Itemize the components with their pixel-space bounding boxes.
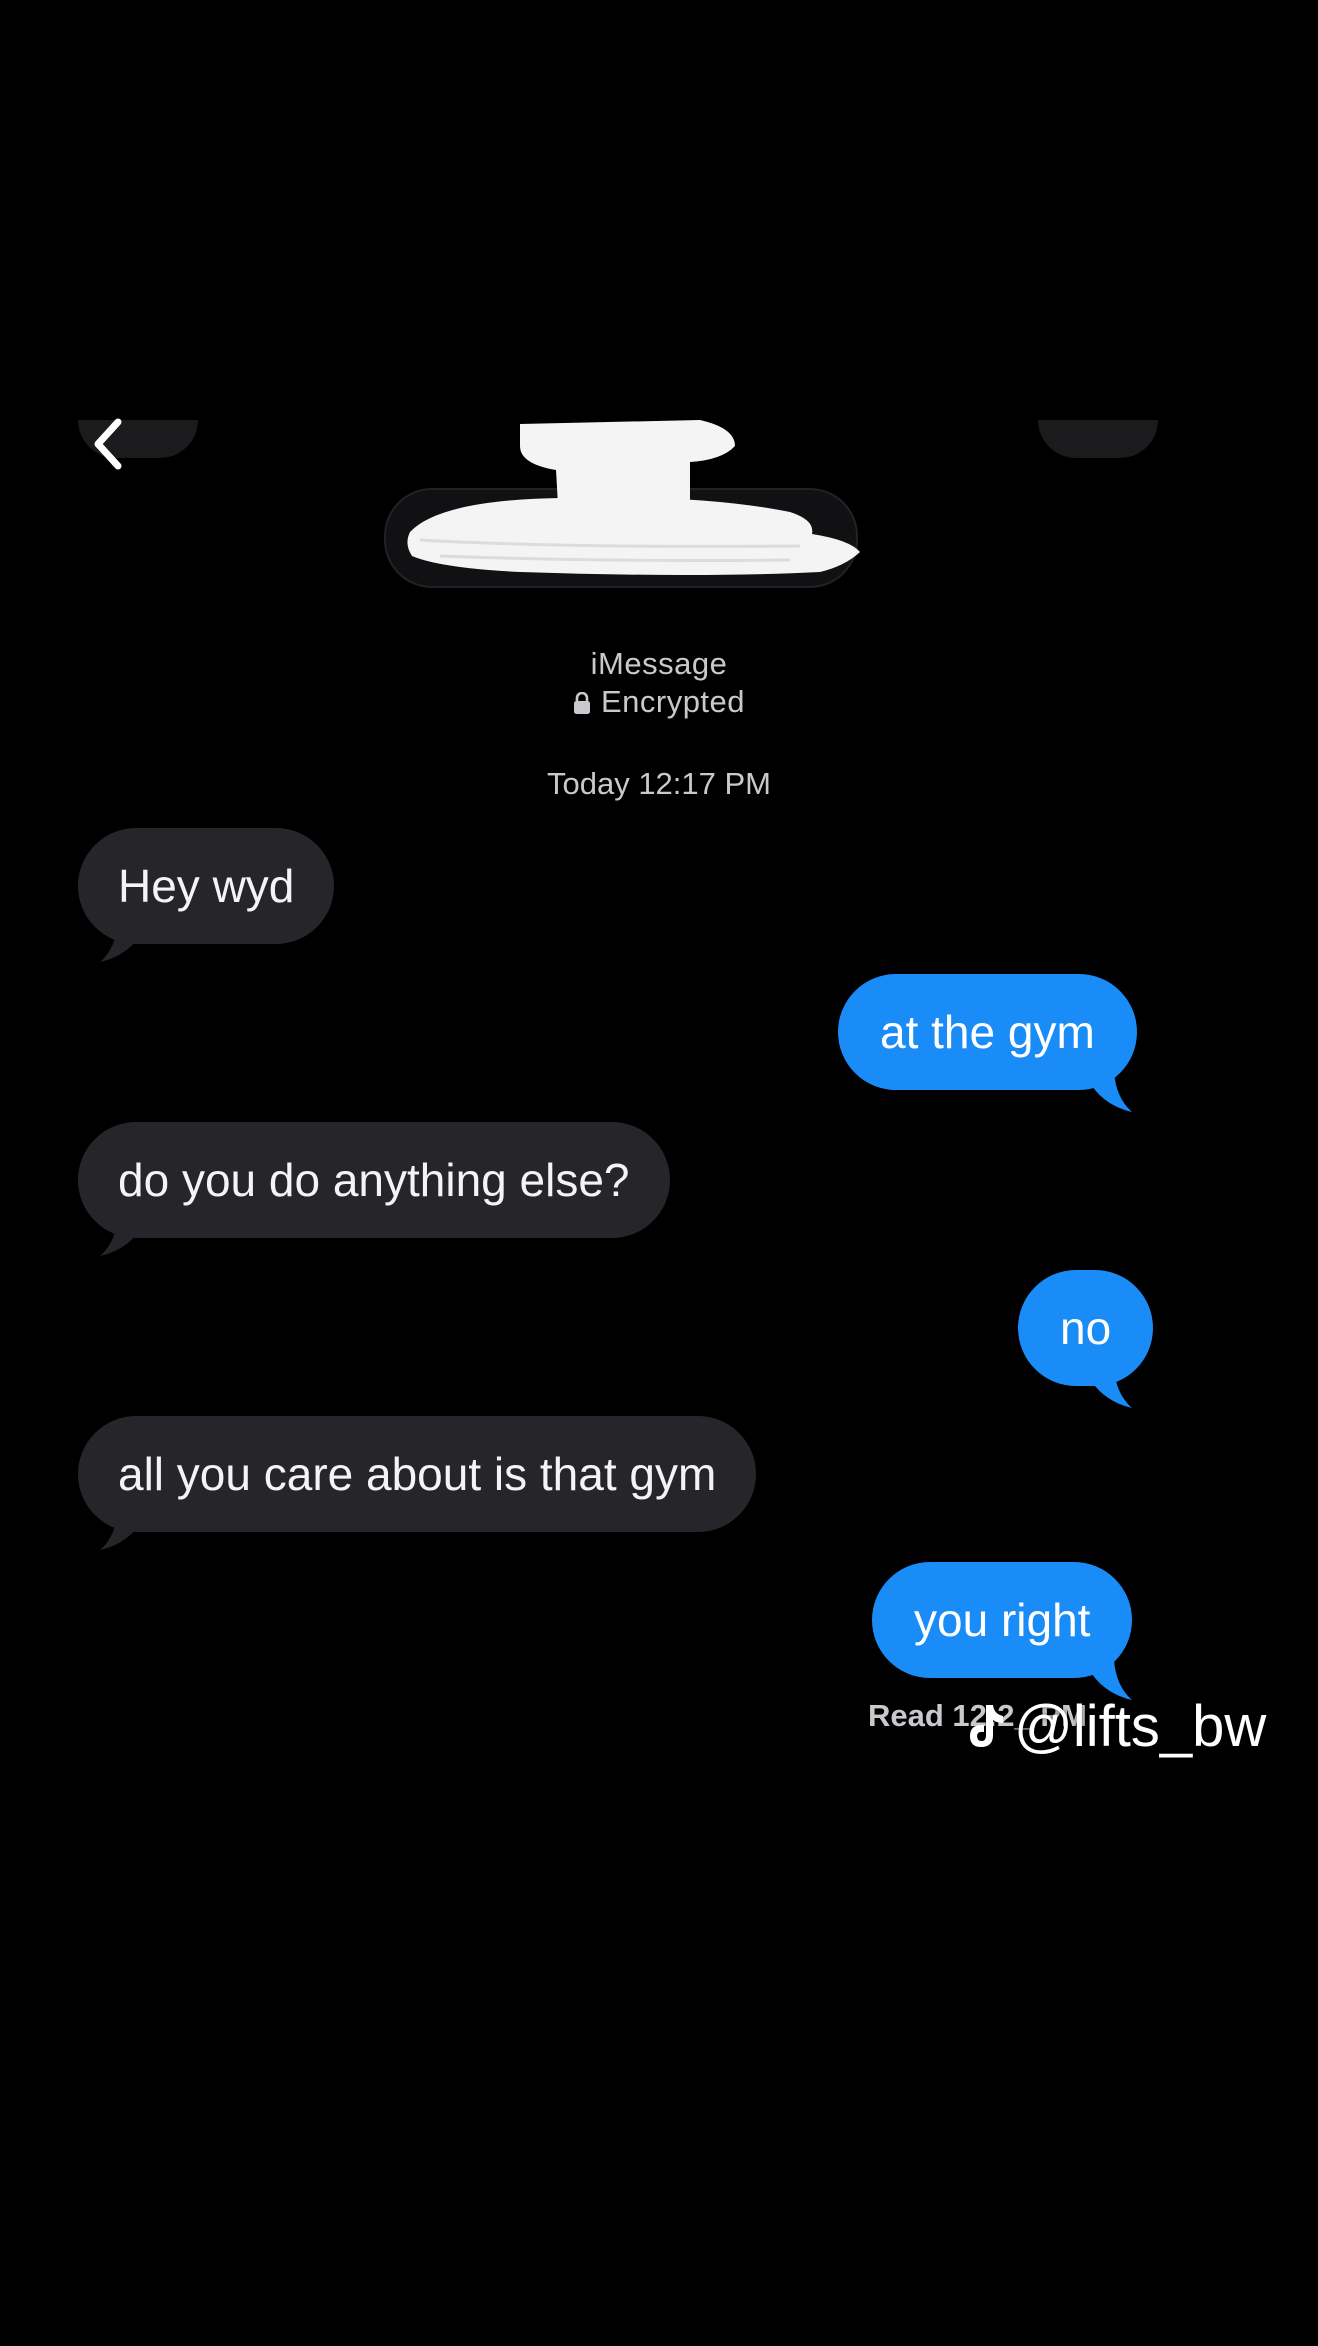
bubble-tail-incoming <box>100 1510 140 1550</box>
tiktok-icon <box>970 1705 1003 1747</box>
watermark-handle: @lifts_bw <box>1014 1693 1267 1759</box>
contact-header[interactable] <box>384 488 858 588</box>
encryption-status: Encrypted <box>0 684 1318 720</box>
message-text: at the gym <box>880 1006 1095 1058</box>
chevron-left-icon <box>94 418 122 470</box>
bubble-tail-incoming <box>100 1216 140 1256</box>
bubble-tail-outgoing <box>1092 1368 1132 1408</box>
message-text: you right <box>914 1594 1091 1646</box>
message-text: no <box>1060 1302 1112 1354</box>
conversation-timestamp: Today 12:17 PM <box>546 766 772 801</box>
message-text: do you do anything else? <box>118 1154 630 1206</box>
message-text: all you care about is that gym <box>118 1448 717 1500</box>
bubble-tail-incoming <box>100 922 140 962</box>
lock-icon <box>573 692 590 714</box>
message-bubble-incoming[interactable]: do you do anything else? <box>78 1122 670 1238</box>
encryption-label: Encrypted <box>600 684 746 719</box>
tiktok-watermark: @lifts_bw <box>962 1690 1266 1762</box>
header-right-shape <box>1038 420 1158 458</box>
message-text: Hey wyd <box>118 860 295 912</box>
back-button[interactable] <box>86 412 130 476</box>
message-bubble-incoming[interactable]: all you care about is that gym <box>78 1416 757 1532</box>
service-label: iMessage <box>590 646 728 681</box>
bubble-tail-outgoing <box>1092 1072 1132 1112</box>
